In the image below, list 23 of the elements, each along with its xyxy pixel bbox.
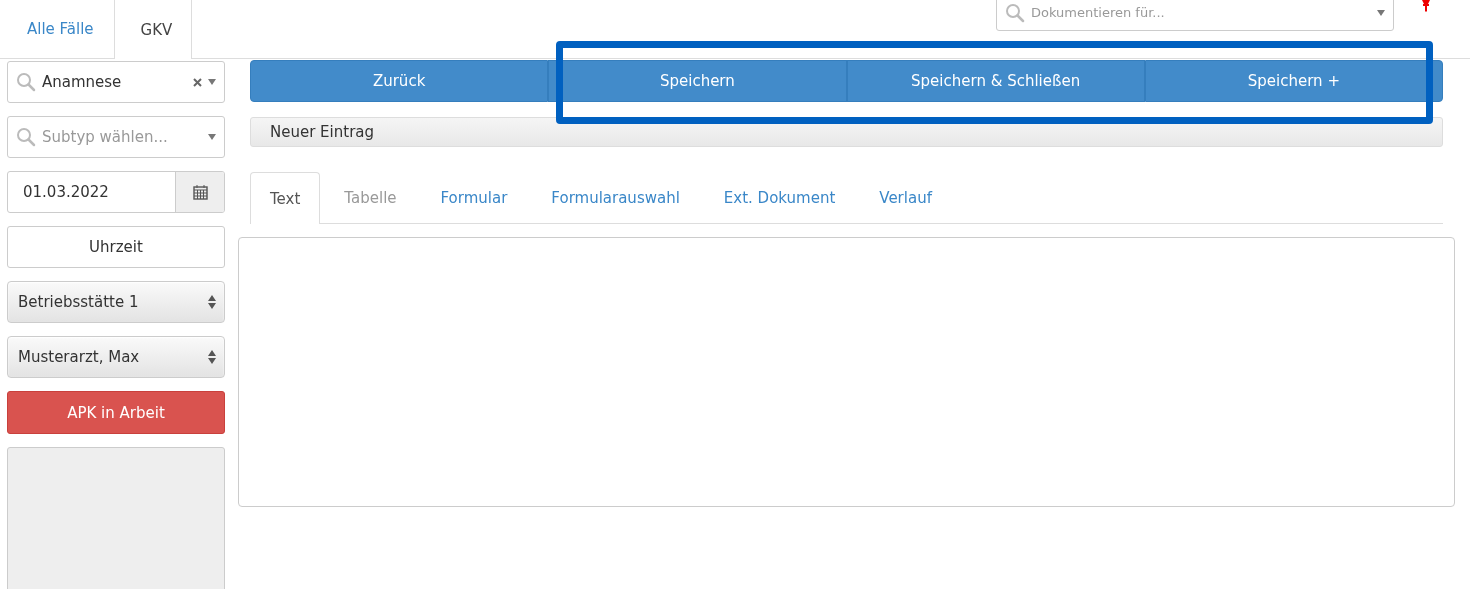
documenting-search-field[interactable]: Dokumentieren für... — [996, 0, 1394, 31]
content-tab[interactable]: Text — [250, 172, 321, 224]
caret-icon[interactable] — [208, 79, 216, 85]
type-select[interactable]: Anamnese — [7, 61, 225, 103]
action-button[interactable]: Speichern + — [1144, 60, 1443, 102]
action-button[interactable]: Zurück — [250, 60, 549, 102]
search-icon — [1005, 2, 1025, 23]
updown-icon — [208, 350, 216, 364]
caret-icon[interactable] — [208, 134, 216, 140]
dropdown-select[interactable]: Betriebsstätte 1 — [7, 281, 225, 323]
search-icon — [16, 72, 36, 92]
subtype-select[interactable]: Subtyp wählen... — [7, 116, 225, 158]
action-button[interactable]: Speichern — [548, 60, 847, 102]
pin-icon[interactable] — [1420, 0, 1432, 12]
dropdown-select[interactable]: Musterarzt, Max — [7, 336, 225, 378]
case-tab[interactable]: GKV — [113, 0, 193, 59]
time-button[interactable]: Uhrzeit — [7, 226, 225, 268]
action-button[interactable]: Speichern & Schließen — [846, 60, 1145, 102]
updown-icon — [208, 295, 216, 309]
search-icon — [16, 127, 36, 147]
status-button[interactable]: APK in Arbeit — [7, 391, 225, 434]
clear-icon[interactable] — [193, 77, 202, 87]
caret-icon[interactable] — [1377, 9, 1385, 16]
